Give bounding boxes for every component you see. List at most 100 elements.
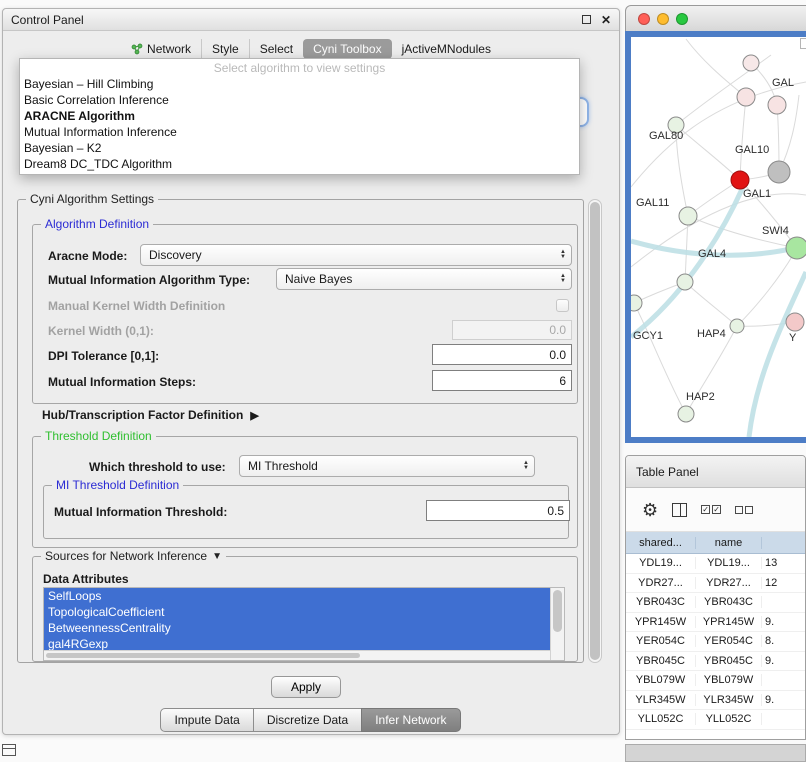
- node[interactable]: [737, 88, 755, 106]
- table-cell: 12: [762, 577, 805, 589]
- node-gal4[interactable]: [677, 274, 693, 290]
- dropdown-item-aracne[interactable]: ARACNE Algorithm: [20, 108, 579, 124]
- hub-definition-toggle[interactable]: Hub/Transcription Factor Definition ▶: [42, 408, 259, 422]
- node-red-selected[interactable]: [731, 171, 749, 189]
- table-header-row: shared... name: [626, 532, 805, 554]
- aracne-mode-combo[interactable]: Discovery ▲▼: [140, 244, 572, 266]
- tab-select[interactable]: Select: [249, 39, 303, 59]
- tab-infer-network[interactable]: Infer Network: [361, 708, 460, 732]
- table-cell: 9.: [762, 694, 805, 706]
- dropdown-item-bayesian-hill-climbing[interactable]: Bayesian – Hill Climbing: [20, 76, 579, 92]
- node[interactable]: [768, 96, 786, 114]
- table-body: YDL19...YDL19...13YDR27...YDR27...12YBR0…: [626, 554, 805, 730]
- attribute-item-betweennesscentrality[interactable]: BetweennessCentrality: [44, 620, 550, 636]
- which-threshold-label: Which threshold to use:: [89, 457, 226, 477]
- zoom-traffic-light-icon[interactable]: [676, 13, 688, 25]
- table-cell: YPR145W: [626, 616, 696, 628]
- close-icon[interactable]: ✕: [601, 13, 611, 27]
- network-window-frame: GAL GAL80 GAL10 GAL11 GAL1 SWI4 GAL4 GCY…: [625, 31, 806, 443]
- network-window-titlebar[interactable]: [625, 5, 806, 31]
- node-label: GAL10: [735, 144, 769, 156]
- network-icon: [131, 43, 143, 55]
- apply-button[interactable]: Apply: [271, 676, 341, 698]
- attribute-item-selfloops[interactable]: SelfLoops: [44, 588, 550, 604]
- table-row[interactable]: YBR045CYBR045C9.: [626, 652, 805, 672]
- settings-scrollbar[interactable]: [588, 199, 602, 663]
- tab-network-label: Network: [147, 42, 191, 56]
- table-cell: 9.: [762, 655, 805, 667]
- dpi-tolerance-label: DPI Tolerance [0,1]:: [48, 346, 159, 366]
- dpi-tolerance-field[interactable]: 0.0: [432, 344, 572, 365]
- mi-threshold-definition-title: MI Threshold Definition: [52, 478, 183, 492]
- table-cell: 13: [762, 557, 805, 569]
- node[interactable]: [743, 55, 759, 71]
- column-header-name[interactable]: name: [696, 537, 762, 549]
- dropdown-item-dream8[interactable]: Dream8 DC_TDC Algorithm: [20, 156, 579, 172]
- table-row[interactable]: YPR145WYPR145W9.: [626, 613, 805, 633]
- table-row[interactable]: YBR043CYBR043C: [626, 593, 805, 613]
- node-gal1[interactable]: [679, 207, 697, 225]
- node-swi4[interactable]: [786, 237, 806, 259]
- table-row[interactable]: YDL19...YDL19...13: [626, 554, 805, 574]
- table-row[interactable]: YDR27...YDR27...12: [626, 574, 805, 594]
- tab-impute-data[interactable]: Impute Data: [160, 708, 253, 732]
- collapsed-panel-icon[interactable]: [2, 744, 16, 756]
- table-row[interactable]: YBL079WYBL079W: [626, 671, 805, 691]
- table-panel-titlebar[interactable]: Table Panel: [626, 456, 805, 488]
- attribute-list-hscrollbar[interactable]: [44, 650, 550, 660]
- mi-type-combo[interactable]: Naive Bayes ▲▼: [276, 268, 572, 290]
- dropdown-item-basic-correlation[interactable]: Basic Correlation Inference: [20, 92, 579, 108]
- node[interactable]: [786, 313, 804, 331]
- table-cell: YBR043C: [696, 596, 762, 608]
- tab-jactivemnodules[interactable]: jActiveMNodules: [392, 39, 501, 59]
- settings-group-title: Cyni Algorithm Settings: [26, 192, 158, 206]
- deselect-all-columns-icon[interactable]: [735, 506, 753, 514]
- node-label: SWI4: [762, 225, 789, 237]
- sources-group: Sources for Network Inference ▼ Data Att…: [32, 556, 578, 662]
- kernel-width-field[interactable]: 0.0: [452, 320, 572, 340]
- tab-network[interactable]: Network: [121, 39, 201, 59]
- combo-arrows-icon: ▲▼: [523, 456, 529, 476]
- control-panel-titlebar[interactable]: Control Panel ✕: [3, 9, 619, 31]
- table-cell: YBR045C: [626, 655, 696, 667]
- attribute-list-vscrollbar[interactable]: [550, 588, 564, 660]
- aracne-mode-value: Discovery: [149, 248, 202, 262]
- tab-cyni-toolbox[interactable]: Cyni Toolbox: [303, 39, 391, 59]
- table-row[interactable]: YLL052CYLL052C: [626, 710, 805, 730]
- table-cell: 9.: [762, 616, 805, 628]
- tab-discretize-data[interactable]: Discretize Data: [253, 708, 362, 732]
- node-hap2[interactable]: [678, 406, 694, 422]
- node-label: GAL4: [698, 248, 726, 260]
- manual-kernel-checkbox[interactable]: [556, 299, 569, 312]
- attribute-item-topologicalcoefficient[interactable]: TopologicalCoefficient: [44, 604, 550, 620]
- mi-threshold-field[interactable]: 0.5: [426, 500, 570, 521]
- table-cell: YBL079W: [626, 674, 696, 686]
- columns-icon[interactable]: [672, 503, 687, 517]
- tab-style[interactable]: Style: [201, 39, 249, 59]
- network-view-window: GAL GAL80 GAL10 GAL11 GAL1 SWI4 GAL4 GCY…: [625, 5, 806, 443]
- table-cell: YLR345W: [626, 694, 696, 706]
- node-hap4[interactable]: [730, 319, 744, 333]
- combo-arrows-icon: ▲▼: [560, 245, 566, 265]
- which-threshold-combo[interactable]: MI Threshold ▲▼: [239, 455, 535, 477]
- node-label: GCY1: [633, 330, 663, 342]
- mi-steps-field[interactable]: 6: [432, 370, 572, 391]
- select-all-columns-icon[interactable]: ✓✓: [701, 505, 721, 514]
- network-canvas[interactable]: GAL GAL80 GAL10 GAL11 GAL1 SWI4 GAL4 GCY…: [631, 37, 806, 437]
- hub-definition-label: Hub/Transcription Factor Definition: [42, 408, 243, 422]
- table-row[interactable]: YLR345WYLR345W9.: [626, 691, 805, 711]
- minimize-traffic-light-icon[interactable]: [657, 13, 669, 25]
- dropdown-item-mutual-information[interactable]: Mutual Information Inference: [20, 124, 579, 140]
- close-traffic-light-icon[interactable]: [638, 13, 650, 25]
- table-window-bottom-bar: [625, 744, 806, 762]
- float-window-icon[interactable]: [582, 15, 591, 24]
- node-gcy1[interactable]: [631, 295, 642, 311]
- gear-icon[interactable]: ⚙: [642, 501, 658, 519]
- sources-toggle[interactable]: Sources for Network Inference ▼: [41, 549, 226, 563]
- node-gal10[interactable]: [768, 161, 790, 183]
- kernel-width-label: Kernel Width (0,1):: [48, 321, 154, 341]
- network-graph[interactable]: GAL GAL80 GAL10 GAL11 GAL1 SWI4 GAL4 GCY…: [631, 37, 806, 437]
- column-header-shared-name[interactable]: shared...: [626, 537, 696, 549]
- dropdown-item-bayesian-k2[interactable]: Bayesian – K2: [20, 140, 579, 156]
- table-row[interactable]: YER054CYER054C8.: [626, 632, 805, 652]
